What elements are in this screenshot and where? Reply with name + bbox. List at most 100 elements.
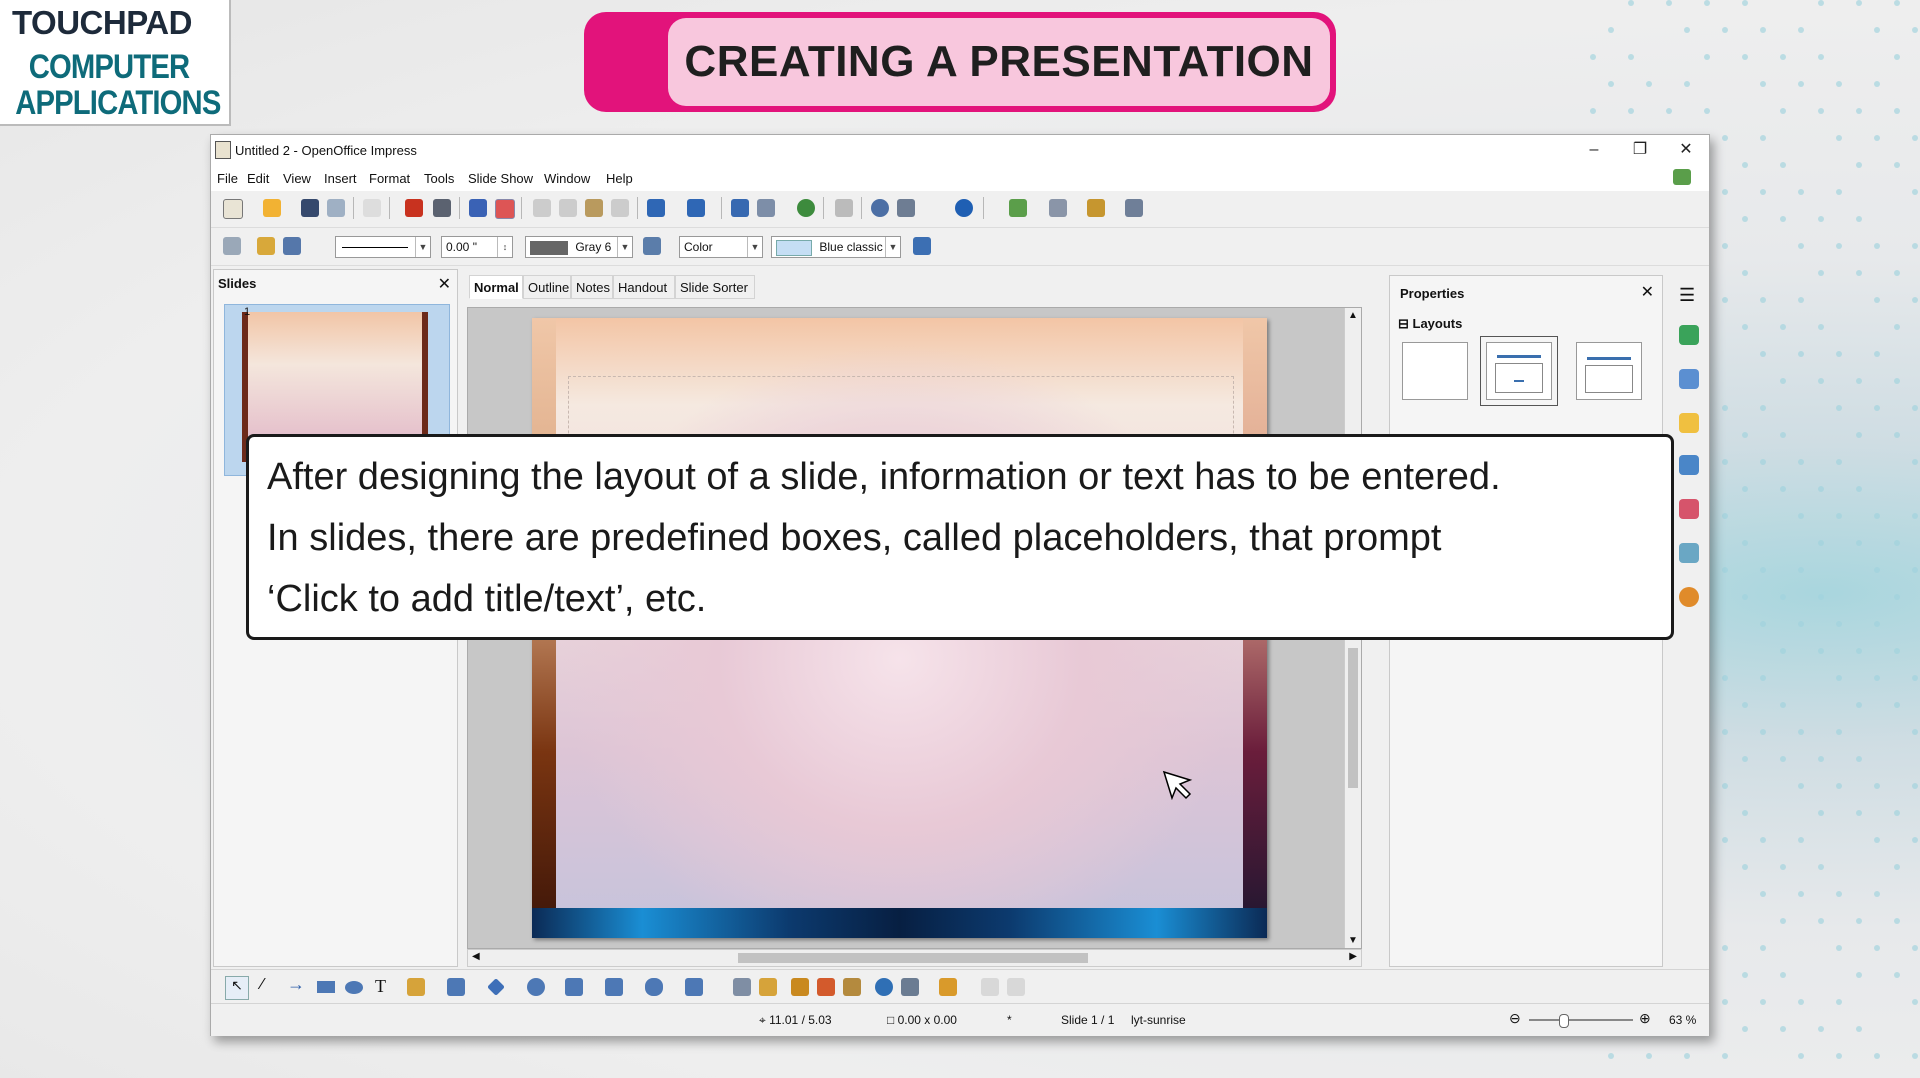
layout-title-content[interactable] <box>1480 336 1558 406</box>
select-icon[interactable]: ↖ <box>225 976 249 1000</box>
properties-deck-icon[interactable] <box>1679 325 1699 345</box>
save-icon[interactable] <box>301 199 319 217</box>
tab-normal[interactable]: Normal <box>469 275 523 299</box>
rotate-icon[interactable] <box>875 978 893 996</box>
zoom-in-icon[interactable]: ⊕ <box>1639 1010 1651 1027</box>
gallery-icon[interactable] <box>1679 543 1699 563</box>
slide-transition-icon[interactable] <box>1679 455 1699 475</box>
line-color-select[interactable]: Gray 6 ▼ <box>525 236 633 258</box>
master-pages-icon[interactable] <box>1679 369 1699 389</box>
text-tool-icon[interactable]: T <box>375 976 386 997</box>
arrow-tool-icon[interactable]: → <box>287 974 305 995</box>
navigator-deck-icon[interactable] <box>1679 587 1699 607</box>
symbol-shapes-icon[interactable] <box>527 978 545 996</box>
tab-outline[interactable]: Outline <box>523 275 571 299</box>
flowchart-icon[interactable] <box>605 978 623 996</box>
minimize-button[interactable]: – <box>1571 137 1617 163</box>
glue-points-icon[interactable] <box>759 978 777 996</box>
vertical-scroll-thumb[interactable] <box>1348 648 1358 788</box>
slide-icon[interactable] <box>1009 199 1027 217</box>
line-width-field[interactable]: 0.00 " ↕ <box>441 236 513 258</box>
copy-icon[interactable] <box>559 199 577 217</box>
spin-icon[interactable]: ↕ <box>497 237 512 257</box>
cut-icon[interactable] <box>533 199 551 217</box>
zoom-slider[interactable] <box>1529 1014 1633 1028</box>
curve-tool-icon[interactable] <box>407 978 425 996</box>
area-icon[interactable] <box>643 237 661 255</box>
scroll-down-icon[interactable]: ▼ <box>1348 935 1358 946</box>
scroll-left-icon[interactable]: ◀ <box>472 951 480 962</box>
fontwork-icon[interactable] <box>791 978 809 996</box>
block-arrows-icon[interactable] <box>565 978 583 996</box>
slide-layout-icon[interactable] <box>1049 199 1067 217</box>
export-pdf-icon[interactable] <box>405 199 423 217</box>
line-style-select[interactable]: ▼ <box>335 236 431 258</box>
autospellcheck-icon[interactable] <box>495 199 515 219</box>
styles-formatting-icon[interactable] <box>1679 499 1699 519</box>
layouts-section-header[interactable]: ⊟ Layouts <box>1398 316 1462 332</box>
menu-help[interactable]: Help <box>606 171 633 186</box>
close-window-button[interactable]: ✕ <box>1663 137 1709 163</box>
horizontal-scrollbar[interactable]: ◀ ▶ <box>467 949 1362 967</box>
line-tool-icon[interactable]: ∕ <box>261 976 264 994</box>
layout-title-only[interactable] <box>1576 342 1642 400</box>
menu-insert[interactable]: Insert <box>324 171 357 186</box>
help-icon[interactable] <box>955 199 973 217</box>
gallery-tool-icon[interactable] <box>843 978 861 996</box>
tab-handout[interactable]: Handout <box>613 275 675 299</box>
callouts-icon[interactable] <box>645 978 663 996</box>
custom-animation-icon[interactable] <box>1679 413 1699 433</box>
edit-file-icon[interactable] <box>363 199 381 217</box>
menu-edit[interactable]: Edit <box>247 171 269 186</box>
menu-view[interactable]: View <box>283 171 311 186</box>
close-icon[interactable]: ✕ <box>1641 282 1654 302</box>
email-icon[interactable] <box>327 199 345 217</box>
menu-window[interactable]: Window <box>544 171 590 186</box>
arrange-icon[interactable] <box>939 978 957 996</box>
paste-icon[interactable] <box>585 199 603 217</box>
scroll-up-icon[interactable]: ▲ <box>1348 310 1358 321</box>
arrow-style-icon[interactable] <box>283 237 301 255</box>
stars-icon[interactable] <box>685 978 703 996</box>
area-style-select[interactable]: Color ▼ <box>679 236 763 258</box>
chart-icon[interactable] <box>731 199 749 217</box>
shadow-icon[interactable] <box>913 237 931 255</box>
points-icon[interactable] <box>733 978 751 996</box>
clone-formatting-icon[interactable] <box>611 199 629 217</box>
spellcheck-icon[interactable] <box>469 199 487 217</box>
grid-icon[interactable] <box>835 199 853 217</box>
align-icon[interactable] <box>901 978 919 996</box>
undo-icon[interactable] <box>647 199 665 217</box>
connector-tool-icon[interactable] <box>447 978 465 996</box>
line-icon[interactable] <box>257 237 275 255</box>
start-slideshow-icon[interactable] <box>1125 199 1143 217</box>
tab-slide-sorter[interactable]: Slide Sorter <box>675 275 755 299</box>
scroll-right-icon[interactable]: ▶ <box>1349 951 1357 962</box>
area-color-select[interactable]: Blue classic ▼ <box>771 236 901 258</box>
new-document-icon[interactable] <box>223 199 243 219</box>
zoom-slider-handle[interactable] <box>1559 1014 1569 1028</box>
basic-shapes-icon[interactable] <box>487 978 505 996</box>
print-icon[interactable] <box>433 199 451 217</box>
slide-design-icon[interactable] <box>1087 199 1105 217</box>
restore-button[interactable]: ❐ <box>1617 137 1663 163</box>
tab-notes[interactable]: Notes <box>571 275 613 299</box>
zoom-icon[interactable] <box>897 199 915 217</box>
menu-slide-show[interactable]: Slide Show <box>468 171 533 186</box>
sidebar-menu-icon[interactable]: ☰ <box>1679 285 1695 306</box>
from-file-icon[interactable] <box>817 978 835 996</box>
hyperlink-icon[interactable] <box>797 199 815 217</box>
menu-format[interactable]: Format <box>369 171 410 186</box>
3d-effects-icon[interactable] <box>1007 978 1025 996</box>
table-icon[interactable] <box>757 199 775 217</box>
zoom-out-icon[interactable]: ⊖ <box>1509 1010 1521 1027</box>
menu-file[interactable]: File <box>217 171 238 186</box>
close-icon[interactable]: ✕ <box>438 274 451 294</box>
menu-tools[interactable]: Tools <box>424 171 454 186</box>
horizontal-scroll-thumb[interactable] <box>738 953 1088 963</box>
rectangle-tool-icon[interactable] <box>317 981 335 993</box>
extrusion-icon[interactable] <box>981 978 999 996</box>
layout-blank[interactable] <box>1402 342 1468 400</box>
ellipse-tool-icon[interactable] <box>345 981 363 994</box>
navigator-icon[interactable] <box>871 199 889 217</box>
